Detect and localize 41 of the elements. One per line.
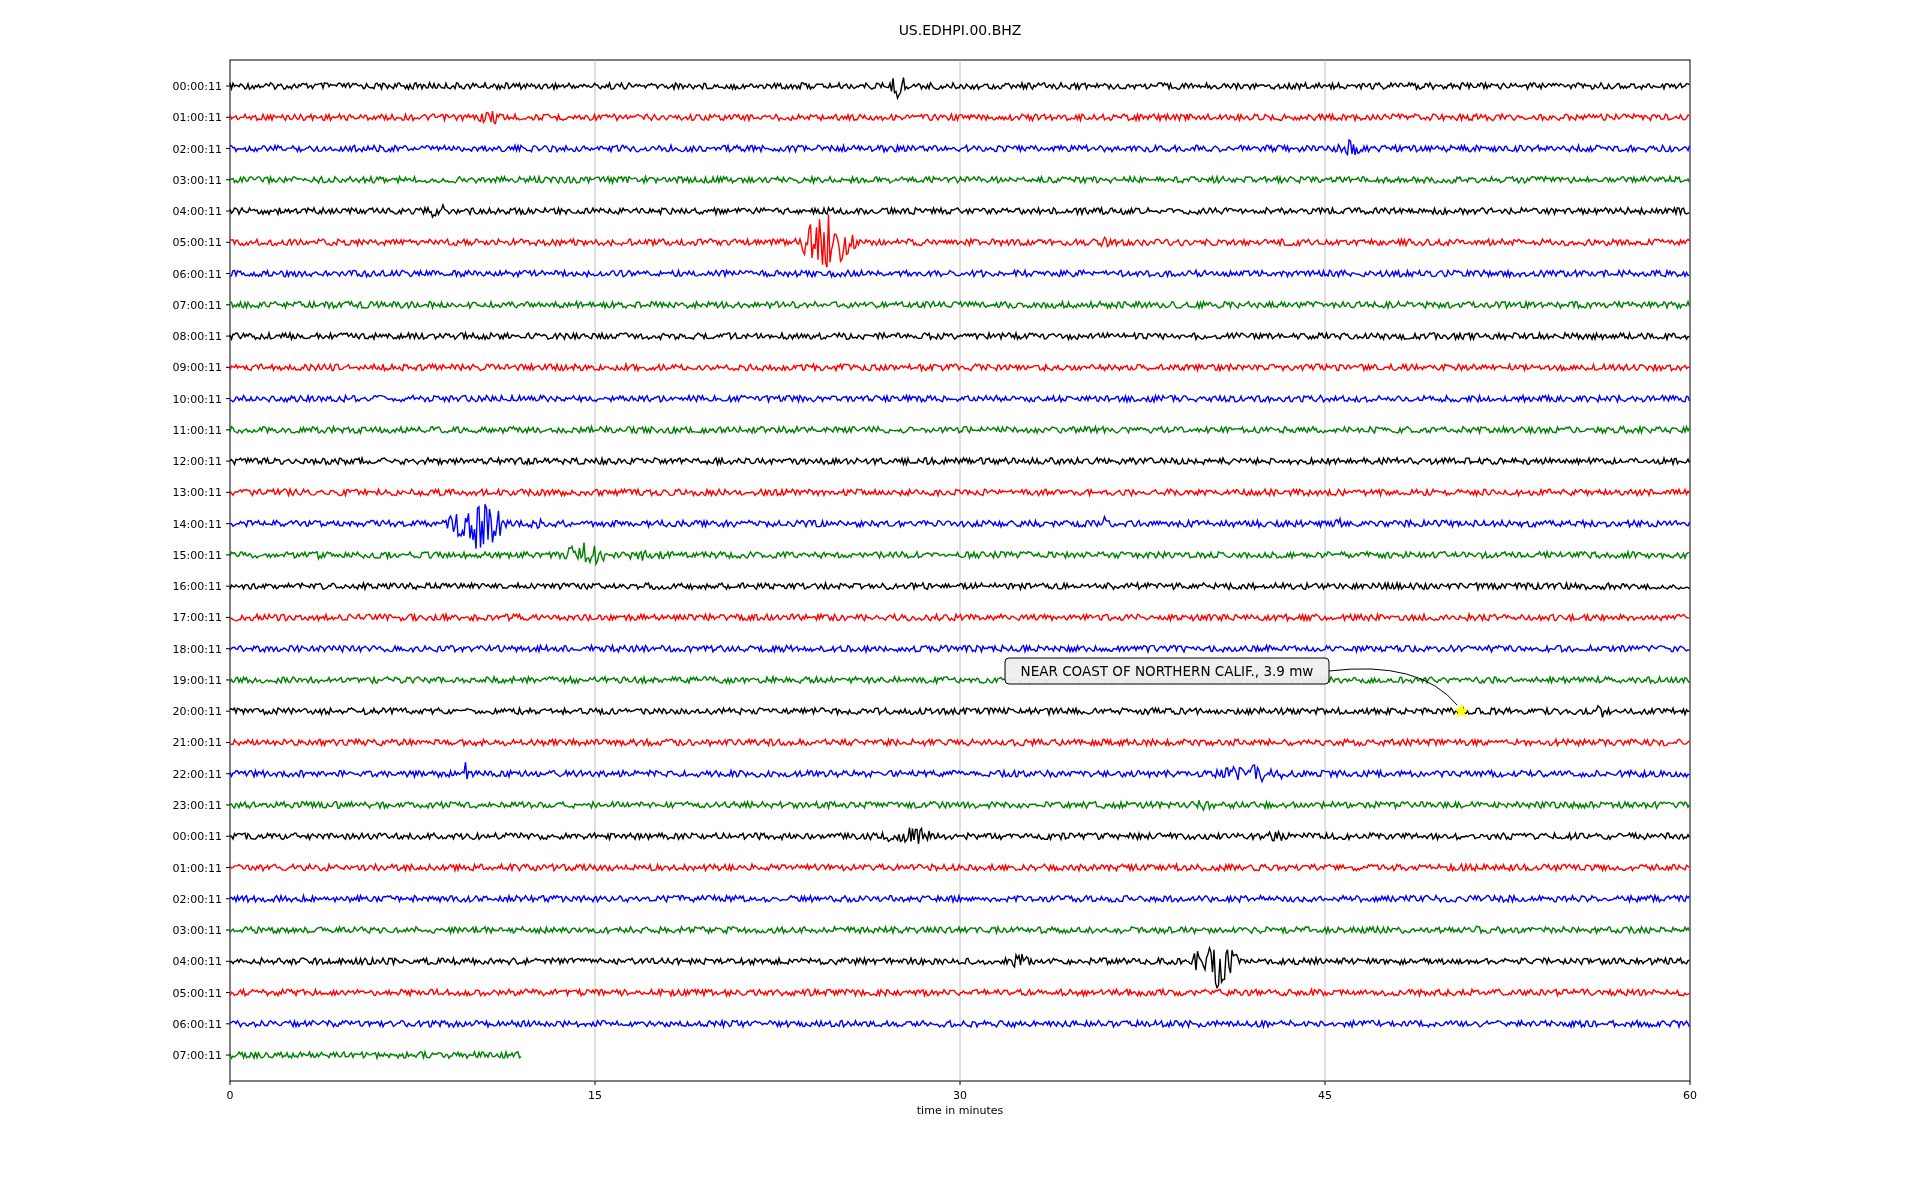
callout-label: NEAR COAST OF NORTHERN CALIF., 3.9 mw	[1004, 657, 1330, 685]
row-time-label: 07:00:11	[172, 298, 222, 312]
row-time-label: 03:00:11	[172, 924, 222, 937]
row-time-label: 02:00:11	[172, 142, 222, 156]
x-axis-label: time in minutes	[916, 1104, 1004, 1117]
row-time-label: 11:00:11	[172, 423, 222, 437]
row-time-label: 15:00:11	[172, 548, 222, 562]
row-time-label: 20:00:11	[172, 705, 222, 719]
row-time-label: 13:00:11	[172, 486, 222, 500]
row-time-label: 05:00:11	[172, 236, 222, 250]
star-icon	[1453, 703, 1469, 718]
x-tick-label: 15	[588, 1089, 602, 1102]
x-tick-label: 30	[953, 1089, 967, 1102]
row-time-label: 00:00:11	[172, 830, 222, 844]
row-time-label: 18:00:11	[172, 642, 222, 656]
row-time-label: 06:00:11	[172, 267, 222, 281]
row-time-label: 23:00:11	[172, 799, 222, 812]
row-time-label: 06:00:11	[172, 1017, 222, 1031]
x-tick-label: 45	[1318, 1089, 1332, 1102]
row-time-label: 12:00:11	[172, 455, 222, 469]
row-time-label: 19:00:11	[172, 673, 222, 687]
row-time-label: 01:00:11	[172, 861, 222, 875]
row-time-label: 00:00:11	[172, 80, 222, 93]
row-time-label: 03:00:11	[172, 173, 222, 187]
x-tick-label: 0	[226, 1089, 234, 1102]
row-time-label: 14:00:11	[172, 517, 222, 531]
row-time-label: 21:00:11	[172, 736, 222, 750]
plot-title: US.EDHPI.00.BHZ	[898, 22, 1022, 38]
row-time-label: 08:00:11	[172, 330, 222, 344]
row-time-label: 09:00:11	[172, 361, 222, 375]
row-time-label: 01:00:11	[172, 111, 222, 125]
x-tick-label: 60	[1683, 1089, 1697, 1102]
row-time-label: 02:00:11	[172, 892, 222, 906]
row-time-label: 17:00:11	[172, 611, 222, 625]
row-time-label: 10:00:11	[172, 392, 222, 406]
row-time-label: 05:00:11	[172, 986, 222, 1000]
row-time-label: 16:00:11	[172, 580, 222, 594]
row-time-label: 22:00:11	[172, 767, 222, 781]
row-time-label: 04:00:11	[172, 205, 222, 219]
row-time-label: 04:00:11	[172, 955, 222, 969]
row-time-label: 07:00:11	[172, 1049, 222, 1063]
